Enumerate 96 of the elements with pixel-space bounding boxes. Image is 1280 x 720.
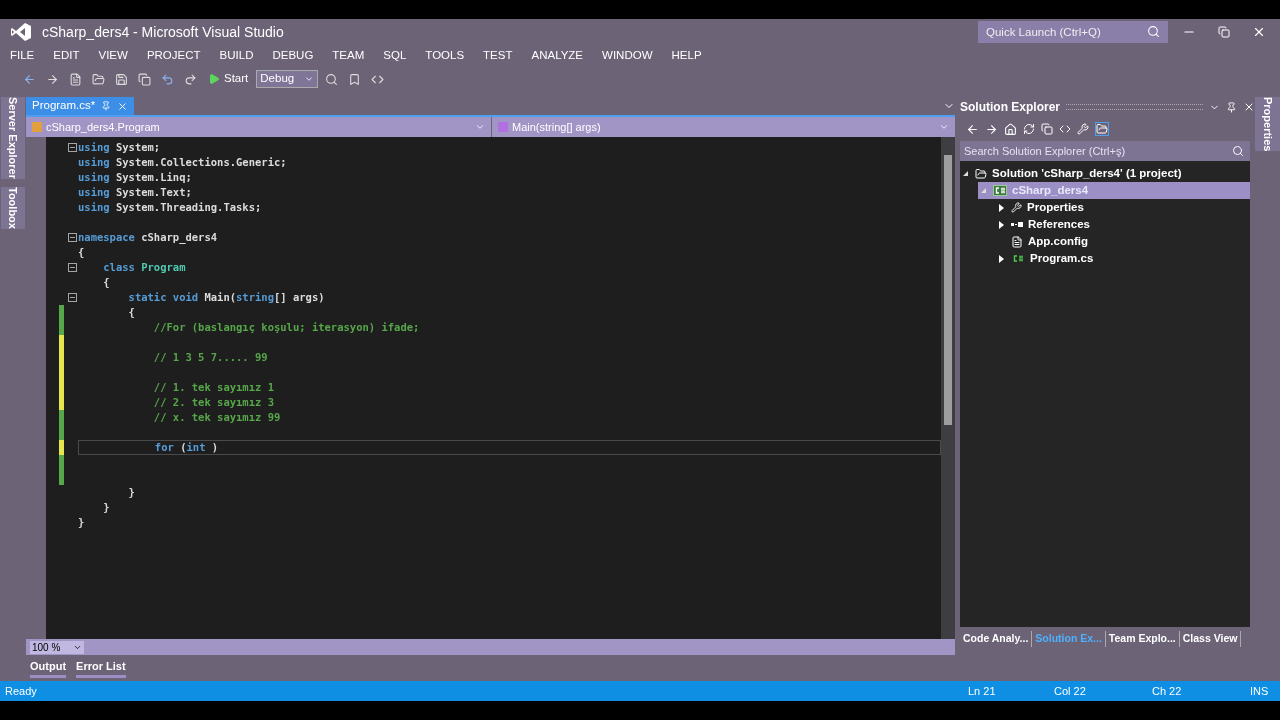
wrench-icon[interactable] (1077, 123, 1089, 135)
menu-item[interactable]: FILE (10, 47, 35, 65)
menu-item[interactable]: PROJECT (146, 47, 201, 65)
search-icon (1147, 25, 1160, 38)
code-line: //For (baslangıç koşulu; iterasyon) ifade; (152, 320, 420, 335)
tree-item[interactable]: Program.cs (996, 250, 1250, 267)
references-icon (1011, 222, 1023, 227)
code-line: // 1 3 5 7..... 99 (152, 350, 268, 365)
menu-item[interactable]: ANALYZE (531, 47, 584, 65)
wrench-icon (1011, 202, 1022, 213)
menu-item[interactable]: SQL (383, 47, 407, 65)
caret-icon (939, 122, 949, 132)
zoom-dropdown[interactable]: 100 % (30, 640, 84, 654)
code-line: class Program (102, 260, 186, 275)
insert-mode: INS (1250, 683, 1270, 699)
search-icon (1232, 145, 1244, 157)
code-line: namespace cSharp_ders4 (78, 230, 218, 245)
visual-studio-logo (10, 22, 32, 42)
collapse-icon[interactable] (67, 293, 77, 302)
bottom-tab[interactable]: Output (30, 658, 67, 678)
menu-item[interactable]: TEST (483, 47, 513, 65)
collapsed-icon[interactable] (998, 203, 1004, 212)
panel-title: Solution Explorer (960, 99, 1060, 116)
code-line: static void Main(string[] args) (127, 290, 325, 305)
menu-item[interactable]: DEBUG (272, 47, 314, 65)
code-line: using System.Collections.Generic; (78, 155, 287, 170)
close-tab-icon[interactable] (117, 100, 129, 112)
menu-item[interactable]: TOOLS (425, 47, 465, 65)
panel-tab[interactable]: Code Analy... (960, 631, 1033, 647)
collapsed-icon[interactable] (998, 220, 1004, 229)
view-code-icon[interactable] (1059, 123, 1071, 135)
menu-item[interactable]: BUILD (219, 47, 254, 65)
pin-icon[interactable] (101, 101, 112, 111)
status-message: Ready (4, 683, 38, 699)
side-tab[interactable]: Server Explorer (0, 97, 26, 179)
class-icon (32, 122, 42, 132)
caret-icon (475, 122, 485, 132)
collapse-icon[interactable] (67, 263, 77, 272)
close-button[interactable] (1252, 25, 1266, 39)
search-field[interactable]: Search Solution Explorer (Ctrl+ş) (960, 141, 1250, 161)
code-line: // x. tek sayımız 99 (152, 410, 281, 425)
tree-item[interactable]: Properties (996, 199, 1250, 216)
window-title: cSharp_ders4 - Microsoft Visual Studio (42, 22, 284, 42)
csharp-project-icon (993, 185, 1007, 196)
menu-item[interactable]: TEAM (332, 47, 365, 65)
caret-icon (304, 74, 315, 84)
forward-icon[interactable] (985, 122, 998, 136)
vertical-scrollbar[interactable] (941, 137, 955, 639)
expanded-icon[interactable] (962, 171, 968, 176)
menu-item[interactable]: EDIT (53, 47, 80, 65)
collapsed-icon[interactable] (998, 254, 1004, 263)
configuration-dropdown[interactable]: Debug (256, 70, 319, 88)
code-line: // 1. tek sayımız 1 (152, 380, 274, 395)
code-line: } (78, 515, 85, 530)
panel-tab[interactable]: Team Explo... (1105, 631, 1180, 647)
menu-item[interactable]: WINDOW (602, 47, 653, 65)
open-icon[interactable] (89, 72, 108, 86)
collapse-icon[interactable] (67, 233, 77, 242)
char-number: Ch 22 (1152, 683, 1183, 699)
home-icon[interactable] (1004, 122, 1017, 136)
panel-tab[interactable]: Class View (1179, 631, 1242, 647)
menu-item[interactable]: VIEW (98, 47, 128, 65)
code-line: using System.Linq; (78, 170, 192, 185)
close-icon[interactable] (1243, 101, 1255, 113)
tree-item[interactable]: References (996, 216, 1250, 233)
play-icon (208, 73, 220, 85)
start-button[interactable]: Start (204, 70, 253, 88)
sync-icon[interactable] (1023, 123, 1035, 135)
document-tab[interactable]: Program.cs* (26, 97, 135, 115)
file-icon (1011, 235, 1023, 248)
line-number: Ln 21 (968, 683, 997, 699)
code-line: { (78, 245, 85, 260)
folder-icon[interactable] (1095, 122, 1109, 136)
code-line: using System; (78, 140, 161, 155)
method-icon (498, 122, 508, 132)
back-icon[interactable] (966, 122, 979, 136)
tree-item[interactable]: Solution 'cSharp_ders4' (1 project) (960, 165, 1250, 182)
code-line: using System.Text; (78, 185, 192, 200)
code-line: { (127, 305, 135, 320)
menu-item[interactable]: HELP (671, 47, 702, 65)
code-line: } (127, 485, 135, 500)
collapse-icon[interactable] (67, 143, 77, 152)
bottom-tab[interactable]: Error List (76, 658, 126, 678)
code-line: } (102, 500, 110, 515)
csharp-file-icon (1011, 253, 1025, 264)
code-line: { (102, 275, 110, 290)
restore-button[interactable] (1218, 26, 1230, 38)
pin-icon[interactable] (1226, 101, 1237, 113)
solution-icon (975, 167, 987, 180)
side-tab[interactable]: Properties (1255, 97, 1280, 152)
code-line: // 2. tek sayımız 3 (152, 395, 274, 410)
column-number: Col 22 (1054, 683, 1087, 699)
tree-item[interactable]: App.config (996, 233, 1250, 250)
side-tab[interactable]: Toolbox (0, 186, 26, 229)
quick-launch-field[interactable]: Quick Launch (Ctrl+Q) (978, 21, 1168, 43)
code-line: using System.Threading.Tasks; (78, 200, 262, 215)
